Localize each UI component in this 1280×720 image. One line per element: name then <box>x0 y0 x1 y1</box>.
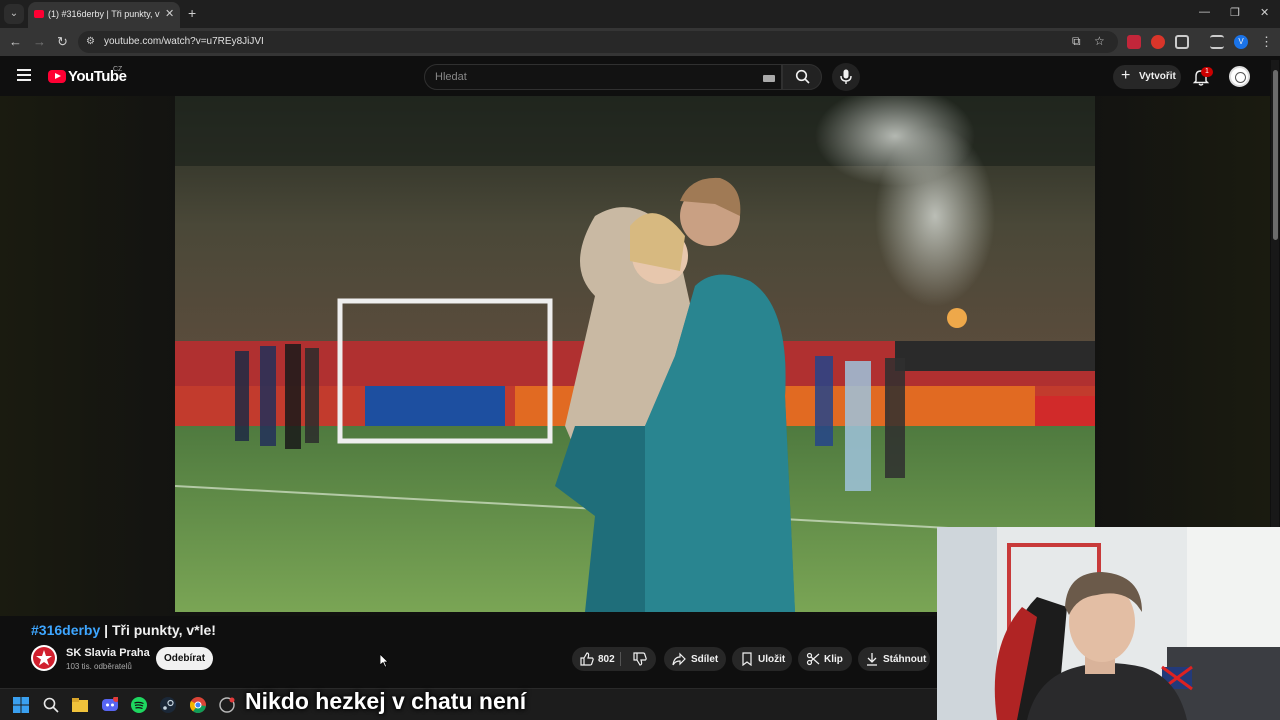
obs-icon[interactable] <box>219 697 235 713</box>
taskbar-search-icon[interactable] <box>43 697 59 713</box>
account-avatar[interactable] <box>1229 66 1250 87</box>
search-button[interactable] <box>782 64 822 90</box>
channel-name[interactable]: SK Slavia Praha <box>66 647 150 659</box>
windows-start-icon[interactable] <box>13 697 29 713</box>
video-title: #316derby | Tři punkty, v*le! <box>31 622 216 638</box>
minimize-icon[interactable]: — <box>1199 6 1210 18</box>
search-icon <box>795 69 810 84</box>
bookmark-icon <box>742 652 752 666</box>
download-icon <box>867 653 877 666</box>
extension-record-icon[interactable] <box>1151 35 1165 49</box>
youtube-favicon-icon <box>34 10 44 18</box>
browser-tab-strip: ⌄ (1) #316derby | Tři punkty, v*le! ✕ + … <box>0 0 1280 28</box>
download-label: Stáhnout <box>883 654 927 665</box>
save-button[interactable]: Uložit <box>732 647 792 671</box>
extension-icon[interactable] <box>1127 35 1141 49</box>
address-bar[interactable]: ⚙ youtube.com/watch?v=u7REy8JiJVI ⧉ ☆ <box>78 31 1118 53</box>
keyboard-icon[interactable] <box>763 75 775 82</box>
webcam-feed <box>937 527 1280 720</box>
dislike-icon[interactable] <box>633 652 647 666</box>
subscribe-button[interactable]: Odebírat <box>156 647 213 670</box>
site-info-icon[interactable]: ⚙ <box>86 36 95 47</box>
video-hashtag[interactable]: #316derby <box>31 622 100 638</box>
new-tab-button[interactable]: + <box>188 5 196 21</box>
share-button[interactable]: Sdílet <box>664 647 726 671</box>
browser-menu-icon[interactable]: ⋮ <box>1260 34 1273 50</box>
subscriber-count: 103 tis. odběratelů <box>66 662 132 671</box>
webcam-overlay <box>937 527 1280 720</box>
window-close-icon[interactable]: ✕ <box>1260 6 1269 19</box>
profile-icon[interactable]: V <box>1234 35 1248 49</box>
restore-icon[interactable]: ❐ <box>1230 6 1240 19</box>
discord-icon[interactable] <box>102 697 118 713</box>
chrome-icon[interactable] <box>190 697 206 713</box>
save-label: Uložit <box>758 654 786 665</box>
scrollbar-thumb[interactable] <box>1273 70 1278 240</box>
youtube-play-icon <box>48 70 66 83</box>
mouse-cursor-icon <box>380 654 389 668</box>
menu-icon[interactable] <box>17 69 31 81</box>
notification-badge: 1 <box>1201 67 1213 77</box>
back-icon[interactable]: ← <box>9 34 22 49</box>
download-button[interactable]: Stáhnout <box>858 647 930 671</box>
like-count[interactable]: 802 <box>598 654 615 665</box>
voice-search-button[interactable] <box>832 63 860 91</box>
like-dislike-group: 802 <box>572 647 656 671</box>
search-box[interactable] <box>424 64 782 90</box>
url-text[interactable]: youtube.com/watch?v=u7REy8JiJVI <box>104 36 264 47</box>
tab-close-icon[interactable]: ✕ <box>165 7 174 20</box>
tab-title: (1) #316derby | Tři punkty, v*le! <box>48 9 160 19</box>
scissors-icon <box>806 652 820 666</box>
browser-tab-active[interactable]: (1) #316derby | Tři punkty, v*le! ✕ <box>28 2 180 28</box>
channel-avatar[interactable] <box>31 645 57 671</box>
microphone-icon <box>840 69 852 84</box>
country-code: CZ <box>113 66 123 73</box>
file-explorer-icon[interactable] <box>72 697 88 713</box>
like-divider <box>620 652 621 666</box>
media-control-icon[interactable] <box>1210 35 1224 49</box>
tab-search-button[interactable]: ⌄ <box>4 4 24 24</box>
clip-label: Klip <box>824 654 843 665</box>
install-app-icon[interactable]: ⧉ <box>1072 34 1081 49</box>
plus-icon: + <box>1121 67 1131 84</box>
youtube-header: YouTube CZ + Vytvořit 1 <box>0 56 1280 96</box>
share-label: Sdílet <box>691 654 719 665</box>
share-icon <box>672 652 686 666</box>
video-title-text: | Tři punkty, v*le! <box>100 622 216 638</box>
search-input[interactable] <box>435 71 735 83</box>
steam-icon[interactable] <box>160 697 176 713</box>
spotify-icon[interactable] <box>131 697 147 713</box>
extensions-puzzle-icon[interactable] <box>1175 35 1189 49</box>
create-label: Vytvořit <box>1139 71 1176 82</box>
forward-icon[interactable]: → <box>33 34 46 49</box>
slavia-star-logo-icon <box>33 647 55 669</box>
clip-button[interactable]: Klip <box>798 647 852 671</box>
bookmark-star-icon[interactable]: ☆ <box>1094 34 1105 48</box>
like-icon[interactable] <box>580 652 594 666</box>
stream-caption-overlay: Nikdo hezkej v chatu není <box>245 688 527 714</box>
create-button[interactable]: + Vytvořit <box>1113 65 1181 89</box>
reload-icon[interactable]: ↻ <box>57 34 68 50</box>
